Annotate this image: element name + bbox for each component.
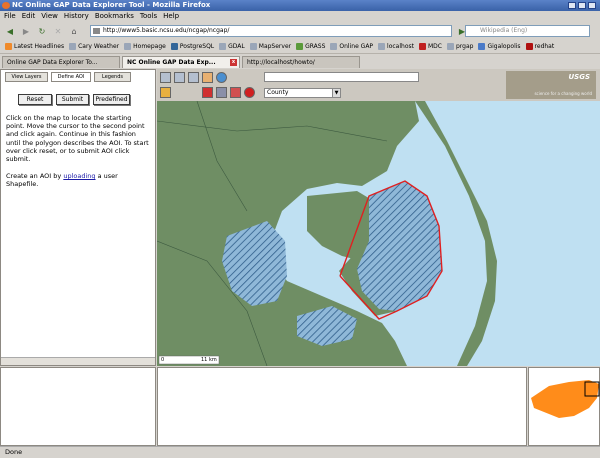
aoi-instructions: Click on the map to locate the starting … bbox=[6, 114, 149, 164]
minimize-button[interactable] bbox=[568, 2, 576, 9]
usgs-logo: USGS science for a changing world bbox=[506, 71, 596, 99]
close-window-button[interactable] bbox=[588, 2, 596, 9]
bottom-panes bbox=[0, 367, 600, 446]
submit-button[interactable]: Submit bbox=[56, 94, 89, 105]
scalebar-start: 0 bbox=[161, 357, 165, 363]
bookmark-item[interactable]: MapServer bbox=[249, 43, 291, 50]
bookmark-item[interactable]: Cary Weather bbox=[69, 43, 119, 50]
bookmark-icon bbox=[378, 43, 386, 50]
tab-nc-gap[interactable]: NC Online GAP Data Exp... x bbox=[122, 56, 240, 68]
pencil-icon[interactable] bbox=[160, 87, 171, 98]
tab-howto[interactable]: http://localhost/howto/ bbox=[242, 56, 360, 68]
print-icon[interactable] bbox=[202, 87, 213, 98]
scalebar-label: 11 km bbox=[201, 357, 217, 363]
tab-bar: Online GAP Data Explorer To... NC Online… bbox=[0, 56, 600, 69]
url-bar[interactable]: http://www5.basic.ncsu.edu/ncgap/ncgap/ bbox=[90, 25, 452, 37]
tab-define-aoi[interactable]: Define AOI bbox=[51, 72, 91, 82]
site-favicon bbox=[93, 28, 100, 34]
location-input[interactable] bbox=[264, 72, 419, 82]
bookmarks-toolbar: Latest Headlines Cary Weather Homepage P… bbox=[0, 40, 600, 54]
menu-view[interactable]: View bbox=[41, 11, 58, 22]
search-input[interactable]: Wikipedia (Eng) bbox=[465, 25, 590, 37]
reset-button[interactable]: Reset bbox=[18, 94, 52, 105]
upload-link[interactable]: uploading bbox=[63, 172, 95, 180]
zoom-out-icon[interactable] bbox=[174, 72, 185, 83]
info-icon[interactable] bbox=[216, 72, 227, 83]
tab-view-layers[interactable]: View Layers bbox=[5, 72, 48, 82]
map-toolbar: County ▼ USGS science for a changing wor… bbox=[157, 69, 600, 101]
rss-icon bbox=[5, 43, 12, 50]
bookmark-item[interactable]: localhost bbox=[378, 43, 414, 50]
bookmark-item[interactable]: prgap bbox=[446, 43, 473, 50]
redhat-icon bbox=[525, 43, 533, 50]
upload-instructions: Create an AOI by uploading a user Shapef… bbox=[6, 172, 118, 189]
bookmark-icon bbox=[478, 43, 486, 50]
close-tab-icon[interactable]: x bbox=[230, 59, 237, 66]
save-icon[interactable] bbox=[216, 87, 227, 98]
menu-file[interactable]: File bbox=[4, 11, 16, 22]
overview-map[interactable] bbox=[528, 367, 600, 446]
bookmark-icon bbox=[249, 43, 257, 50]
mdc-icon bbox=[418, 43, 426, 50]
nc-overview-svg bbox=[531, 380, 600, 418]
pdf-icon[interactable] bbox=[230, 87, 241, 98]
map-svg bbox=[157, 101, 497, 366]
bookmark-item[interactable]: GRASS bbox=[296, 43, 325, 50]
bookmark-icon bbox=[446, 43, 454, 50]
draw-aoi-icon[interactable] bbox=[202, 72, 213, 83]
firefox-icon bbox=[2, 2, 10, 9]
pan-icon[interactable] bbox=[188, 72, 199, 83]
bookmark-item[interactable]: Gigalopolis bbox=[478, 43, 521, 50]
stop-icon[interactable]: ✕ bbox=[52, 25, 64, 37]
zoom-in-icon[interactable] bbox=[160, 72, 171, 83]
back-icon[interactable]: ◀ bbox=[4, 25, 16, 37]
bookmark-item[interactable]: MDC bbox=[418, 43, 442, 50]
help-icon[interactable] bbox=[244, 87, 255, 98]
navigation-bar: ◀ ▶ ↻ ✕ ⌂ http://www5.basic.ncsu.edu/ncg… bbox=[0, 22, 600, 40]
menu-bookmarks[interactable]: Bookmarks bbox=[95, 11, 134, 22]
bookmark-icon bbox=[69, 43, 77, 50]
bookmark-icon bbox=[219, 43, 227, 50]
maximize-button[interactable] bbox=[578, 2, 586, 9]
bookmark-item[interactable]: Latest Headlines bbox=[5, 43, 64, 50]
status-bar: Done bbox=[0, 446, 600, 458]
menu-edit[interactable]: Edit bbox=[22, 11, 36, 22]
menu-tools[interactable]: Tools bbox=[140, 11, 157, 22]
reload-icon[interactable]: ↻ bbox=[36, 25, 48, 37]
left-panel: View Layers Define AOI Legends Reset Sub… bbox=[0, 69, 156, 366]
bottom-center-pane bbox=[157, 367, 527, 446]
bottom-left-pane bbox=[0, 367, 156, 446]
bookmark-item[interactable]: PostgreSQL bbox=[170, 43, 214, 50]
nc-state-shape bbox=[531, 380, 599, 418]
menu-help[interactable]: Help bbox=[163, 11, 179, 22]
predefined-button[interactable]: Predefined bbox=[93, 94, 130, 105]
forward-icon[interactable]: ▶ bbox=[20, 25, 32, 37]
bookmark-icon bbox=[330, 43, 338, 50]
horizontal-scrollbar[interactable] bbox=[1, 357, 155, 365]
bookmark-item[interactable]: Homepage bbox=[124, 43, 166, 50]
layer-select[interactable]: County ▼ bbox=[264, 88, 341, 98]
window-title: NC Online GAP Data Explorer Tool - Mozil… bbox=[12, 1, 211, 9]
tab-legends[interactable]: Legends bbox=[94, 72, 131, 82]
chevron-down-icon: ▼ bbox=[332, 89, 340, 97]
url-text: http://www5.basic.ncsu.edu/ncgap/ncgap/ bbox=[103, 27, 230, 34]
map-canvas[interactable]: 0 11 km bbox=[157, 101, 600, 366]
tab-gap-explorer[interactable]: Online GAP Data Explorer To... bbox=[2, 56, 120, 68]
elephant-icon bbox=[170, 43, 178, 50]
bookmark-item[interactable]: redhat bbox=[525, 43, 554, 50]
bookmark-item[interactable]: Online GAP bbox=[330, 43, 373, 50]
grass-icon bbox=[296, 43, 304, 50]
home-icon[interactable]: ⌂ bbox=[68, 25, 80, 37]
status-text: Done bbox=[5, 448, 23, 456]
menu-history[interactable]: History bbox=[64, 11, 89, 22]
bookmark-item[interactable]: GDAL bbox=[219, 43, 245, 50]
menu-bar: File Edit View History Bookmarks Tools H… bbox=[0, 11, 600, 22]
search-placeholder: Wikipedia (Eng) bbox=[480, 27, 528, 34]
bookmark-icon bbox=[124, 43, 132, 50]
title-bar: NC Online GAP Data Explorer Tool - Mozil… bbox=[0, 0, 600, 11]
